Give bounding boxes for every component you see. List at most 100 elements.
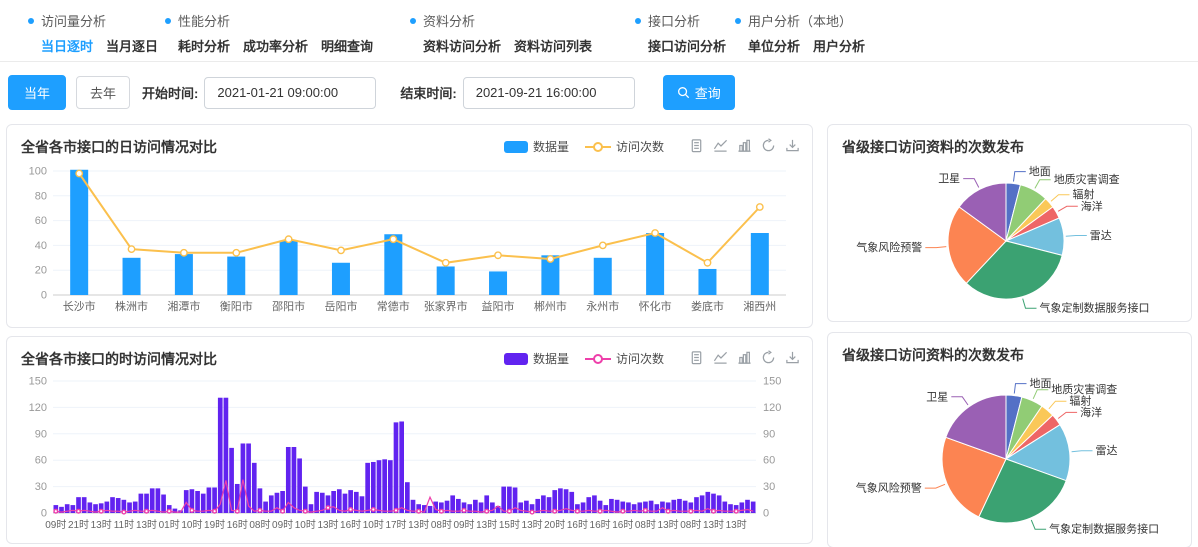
last-year-button[interactable]: 去年 (76, 76, 130, 109)
legend-bar-swatch (504, 352, 528, 366)
svg-text:60: 60 (35, 455, 47, 467)
chart-legend: 数据量 访问次数 (504, 138, 664, 155)
svg-text:13时: 13时 (476, 519, 497, 531)
left-column: 全省各市接口的日访问情况对比 数据量访问次数 020406080100长沙市株洲… (6, 124, 813, 547)
nav-item[interactable]: 明细查询 (321, 36, 373, 55)
download-icon[interactable] (785, 350, 800, 365)
svg-text:气象定制数据服务接口: 气象定制数据服务接口 (1040, 301, 1150, 315)
refresh-icon[interactable] (761, 138, 776, 153)
bar-chart-icon[interactable] (737, 138, 752, 153)
nav-item[interactable]: 用户分析 (813, 36, 865, 55)
svg-text:衡阳市: 衡阳市 (220, 299, 253, 313)
nav-group: 资料分析资料访问分析资料访问列表 (410, 11, 635, 55)
chart-toolbox (689, 138, 800, 153)
data-view-icon[interactable] (689, 138, 704, 153)
svg-text:13时: 13时 (408, 519, 429, 531)
svg-text:地质灾害调查: 地质灾害调查 (1051, 382, 1117, 396)
pie-bottom-title: 省级接口访问资料的次数发布 (838, 343, 1181, 369)
svg-text:20时: 20时 (544, 519, 565, 531)
svg-text:10时: 10时 (295, 519, 316, 531)
svg-text:09时: 09时 (272, 519, 293, 531)
start-time-input[interactable] (204, 77, 376, 109)
svg-text:气象定制数据服务接口: 气象定制数据服务接口 (1049, 522, 1159, 536)
svg-text:0: 0 (41, 508, 47, 520)
nav-group: 用户分析（本地） 单位分析用户分析 (735, 11, 865, 55)
svg-text:16时: 16时 (567, 519, 588, 531)
search-button-label: 查询 (695, 83, 721, 102)
svg-text:10时: 10时 (181, 519, 202, 531)
nav-group-title: 接口分析 (635, 11, 735, 30)
svg-text:海洋: 海洋 (1081, 199, 1103, 213)
svg-text:09时: 09时 (45, 519, 66, 531)
bullet-icon (165, 18, 171, 24)
right-column: 省级接口访问资料的次数发布 地面地质灾害调查辐射海洋雷达气象定制数据服务接口气象… (827, 124, 1192, 547)
line-chart-icon[interactable] (713, 350, 728, 365)
nav-item[interactable]: 资料访问分析 (423, 36, 501, 55)
top-nav: 访问量分析当日逐时当月逐日性能分析耗时分析成功率分析明细查询资料分析资料访问分析… (0, 0, 1198, 62)
svg-text:13时: 13时 (522, 519, 543, 531)
legend-item[interactable]: 访问次数 (585, 138, 664, 155)
svg-text:30: 30 (763, 481, 775, 493)
legend-label: 访问次数 (616, 350, 664, 367)
province-access-pie-chart: 地面地质灾害调查辐射海洋雷达气象定制数据服务接口气象风险预警卫星 (838, 161, 1180, 319)
svg-text:01时: 01时 (159, 519, 180, 531)
this-year-button[interactable]: 当年 (8, 75, 66, 110)
legend-item[interactable]: 数据量 (504, 350, 569, 367)
svg-text:60: 60 (763, 455, 775, 467)
svg-text:13时: 13时 (658, 519, 679, 531)
svg-text:10时: 10时 (363, 519, 384, 531)
nav-item[interactable]: 单位分析 (748, 36, 800, 55)
svg-text:气象风险预警: 气象风险预警 (856, 481, 922, 495)
nav-group-title: 用户分析（本地） (735, 11, 865, 30)
refresh-icon[interactable] (761, 350, 776, 365)
bar-chart-icon[interactable] (737, 350, 752, 365)
nav-item[interactable]: 耗时分析 (178, 36, 230, 55)
pie-top-title: 省级接口访问资料的次数发布 (838, 135, 1181, 161)
svg-text:辐射: 辐射 (1069, 394, 1091, 408)
download-icon[interactable] (785, 138, 800, 153)
svg-text:郴州市: 郴州市 (534, 299, 567, 313)
svg-text:13时: 13时 (91, 519, 112, 531)
hourly-chart-title: 全省各市接口的时访问情况对比 (17, 347, 802, 373)
svg-text:湘潭市: 湘潭市 (167, 299, 200, 313)
legend-item[interactable]: 数据量 (504, 138, 569, 155)
svg-text:株洲市: 株洲市 (115, 299, 148, 313)
search-button[interactable]: 查询 (663, 75, 735, 110)
start-time-label: 开始时间: (142, 83, 198, 102)
line-chart-icon[interactable] (713, 138, 728, 153)
pie-card-bottom: 省级接口访问资料的次数发布 地面地质灾害调查辐射海洋雷达气象定制数据服务接口气象… (827, 332, 1192, 547)
nav-item[interactable]: 资料访问列表 (514, 36, 592, 55)
svg-text:常德市: 常德市 (377, 299, 410, 313)
svg-text:辐射: 辐射 (1073, 187, 1095, 201)
svg-text:80: 80 (35, 190, 47, 202)
svg-text:08时: 08时 (431, 519, 452, 531)
svg-text:09时: 09时 (453, 519, 474, 531)
svg-text:120: 120 (763, 402, 781, 414)
hourly-access-chart-card: 全省各市接口的时访问情况对比 数据量访问次数 00303060609090120… (6, 336, 813, 544)
legend-label: 数据量 (533, 350, 569, 367)
svg-text:21时: 21时 (68, 519, 89, 531)
nav-group-title: 资料分析 (410, 11, 635, 30)
legend-label: 数据量 (533, 138, 569, 155)
daily-bar-line-chart: 020406080100长沙市株洲市湘潭市衡阳市邵阳市岳阳市常德市张家界市益阳市… (17, 161, 800, 321)
legend-label: 访问次数 (616, 138, 664, 155)
svg-text:13时: 13时 (317, 519, 338, 531)
svg-text:20: 20 (35, 265, 47, 277)
svg-text:益阳市: 益阳市 (482, 299, 515, 313)
nav-item[interactable]: 当月逐日 (106, 36, 158, 55)
svg-text:60: 60 (35, 215, 47, 227)
daily-chart-title: 全省各市接口的日访问情况对比 (17, 135, 802, 161)
svg-text:地质灾害调查: 地质灾害调查 (1054, 172, 1120, 186)
svg-text:卫星: 卫星 (926, 390, 948, 403)
svg-text:120: 120 (29, 402, 47, 414)
legend-item[interactable]: 访问次数 (585, 350, 664, 367)
svg-text:19时: 19时 (204, 519, 225, 531)
nav-item[interactable]: 成功率分析 (243, 36, 308, 55)
svg-text:地面: 地面 (1029, 165, 1051, 178)
nav-item[interactable]: 接口访问分析 (648, 36, 726, 55)
svg-text:怀化市: 怀化市 (639, 299, 672, 313)
nav-item[interactable]: 当日逐时 (41, 36, 93, 55)
svg-text:卫星: 卫星 (938, 172, 960, 185)
end-time-input[interactable] (463, 77, 635, 109)
data-view-icon[interactable] (689, 350, 704, 365)
